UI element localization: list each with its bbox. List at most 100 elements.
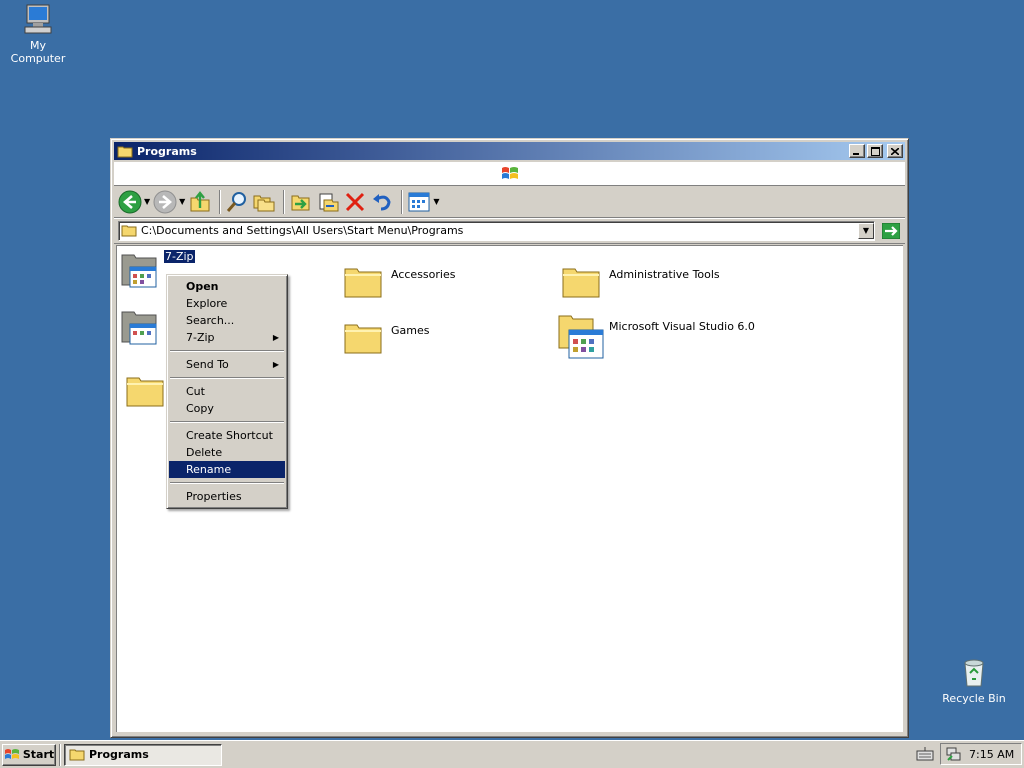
folder-icon	[126, 377, 164, 407]
menu-item-properties[interactable]: Properties	[169, 488, 285, 505]
views-dropdown-icon[interactable]: ▼	[433, 197, 439, 206]
menu-item-label: Rename	[186, 463, 232, 476]
submenu-arrow-icon: ▶	[272, 333, 279, 342]
windows-logo-icon	[4, 748, 19, 759]
toolbar-separator	[401, 189, 404, 214]
menu-item-7zip[interactable]: 7-Zip ▶	[169, 329, 285, 346]
folders-icon	[253, 195, 275, 211]
delete-button[interactable]	[343, 189, 367, 215]
menu-item-open[interactable]: Open	[169, 278, 285, 295]
up-folder-icon	[190, 190, 210, 211]
menu-item-label: Cut	[186, 385, 205, 398]
menu-separator	[170, 377, 284, 379]
taskbar-separator	[59, 743, 61, 766]
back-dropdown-icon[interactable]: ▼	[144, 197, 150, 206]
address-field[interactable]: C:\Documents and Settings\All Users\Star…	[118, 220, 875, 241]
folder-icon	[344, 324, 382, 354]
system-tray: 7:15 AM	[940, 743, 1022, 765]
menu-item-label: Send To	[186, 358, 229, 371]
folder-item-program-group[interactable]	[120, 306, 168, 346]
maximize-button[interactable]	[867, 144, 883, 158]
menu-item-cut[interactable]: Cut	[169, 383, 285, 400]
my-computer-icon	[24, 4, 52, 34]
menu-item-explore[interactable]: Explore	[169, 295, 285, 312]
submenu-arrow-icon: ▶	[272, 360, 279, 369]
menu-item-label: Search...	[186, 314, 235, 327]
clock[interactable]: 7:15 AM	[969, 748, 1014, 761]
windows-logo-icon	[501, 166, 518, 179]
copy-to-icon	[319, 193, 339, 211]
taskbar: Start Programs 7:15 AM	[0, 740, 1024, 768]
menu-item-label: Open	[186, 280, 219, 293]
folder-label: 7-Zip	[164, 249, 195, 263]
go-arrow-icon	[882, 222, 900, 239]
desktop-icon-recycle-bin[interactable]: Recycle Bin	[936, 655, 1012, 705]
menu-separator	[170, 350, 284, 352]
toolbar-separator	[283, 189, 286, 214]
keyboard-icon[interactable]	[916, 746, 934, 762]
menu-item-label: Create Shortcut	[186, 429, 273, 442]
copy-to-button[interactable]	[316, 189, 340, 215]
menu-item-search[interactable]: Search...	[169, 312, 285, 329]
folder-label: Games	[391, 323, 430, 337]
chevron-down-icon: ▼	[862, 226, 870, 235]
close-icon	[891, 147, 899, 155]
close-button[interactable]	[887, 144, 903, 158]
start-button[interactable]: Start	[2, 743, 56, 766]
back-button[interactable]: ▼	[118, 189, 150, 215]
menu-item-send-to[interactable]: Send To ▶	[169, 356, 285, 373]
up-button[interactable]	[188, 189, 212, 215]
folder-icon	[562, 268, 600, 298]
folder-icon	[69, 749, 85, 761]
folders-button[interactable]	[252, 189, 276, 215]
menu-band	[114, 162, 905, 186]
folder-label: Microsoft Visual Studio 6.0	[609, 319, 755, 333]
search-button[interactable]	[225, 189, 249, 215]
folder-icon	[117, 146, 133, 157]
desktop-icon-my-computer[interactable]: My Computer	[0, 2, 76, 65]
toolbar-separator	[219, 189, 222, 214]
menu-item-label: 7-Zip	[186, 331, 215, 344]
network-icon[interactable]	[945, 746, 961, 762]
maximize-icon	[870, 146, 880, 156]
program-group-icon	[121, 254, 157, 288]
go-button[interactable]	[881, 222, 901, 240]
program-group-icon	[558, 315, 604, 359]
address-dropdown-button[interactable]: ▼	[858, 222, 874, 239]
desktop-icon-label: My Computer	[10, 39, 66, 65]
views-button[interactable]: ▼	[407, 189, 439, 215]
undo-button[interactable]	[370, 189, 394, 215]
menu-item-rename[interactable]: Rename	[169, 461, 285, 478]
desktop-icon-label: Recycle Bin	[942, 692, 1006, 705]
window-title: Programs	[137, 144, 197, 158]
folder-item-accessories[interactable]: Accessories	[343, 261, 455, 301]
folder-item-administrative-tools[interactable]: Administrative Tools	[561, 261, 720, 301]
menu-item-create-shortcut[interactable]: Create Shortcut	[169, 427, 285, 444]
menu-item-copy[interactable]: Copy	[169, 400, 285, 417]
address-value[interactable]: C:\Documents and Settings\All Users\Star…	[141, 224, 858, 237]
taskbar-button-label: Programs	[89, 748, 149, 761]
move-to-icon	[291, 195, 310, 210]
delete-icon	[346, 192, 365, 211]
folder-item-games[interactable]: Games	[343, 317, 429, 357]
toolbar: ▼ ▼ ▼	[114, 186, 905, 218]
folder-label: Administrative Tools	[609, 267, 720, 281]
program-group-icon	[121, 311, 157, 345]
minimize-icon	[853, 152, 859, 155]
undo-icon	[373, 193, 391, 210]
back-icon	[118, 190, 142, 213]
folder-item-microsoft-visual-studio[interactable]: Microsoft Visual Studio 6.0	[557, 312, 755, 360]
title-bar[interactable]: Programs	[114, 142, 905, 160]
forward-button[interactable]: ▼	[153, 189, 185, 215]
menu-separator	[170, 421, 284, 423]
menu-separator	[170, 482, 284, 484]
minimize-button[interactable]	[849, 144, 865, 158]
move-to-button[interactable]	[289, 189, 313, 215]
menu-item-label: Delete	[186, 446, 223, 459]
taskbar-button-programs[interactable]: Programs	[64, 743, 222, 766]
menu-item-delete[interactable]: Delete	[169, 444, 285, 461]
folder-label: Accessories	[391, 267, 456, 281]
recycle-bin-icon	[964, 659, 984, 687]
forward-dropdown-icon[interactable]: ▼	[179, 197, 185, 206]
menu-item-label: Explore	[186, 297, 228, 310]
